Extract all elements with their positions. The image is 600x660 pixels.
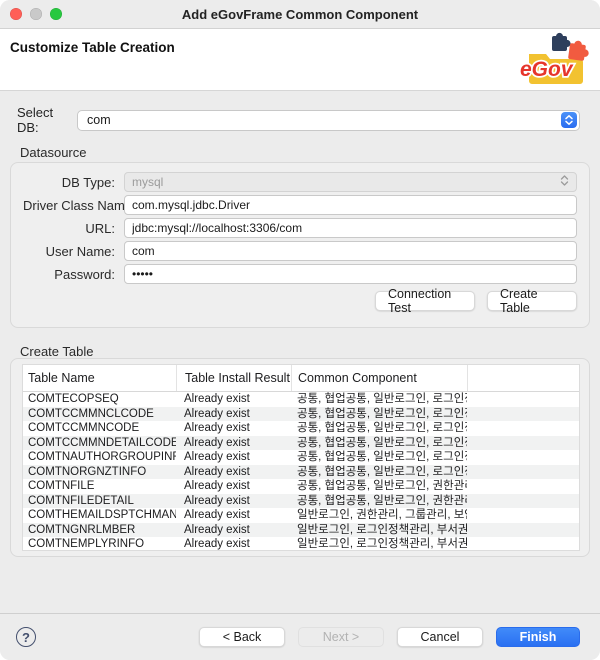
select-db-row: Select DB: com <box>17 109 580 131</box>
table-row[interactable]: COMTNAUTHORGROUPINFO Already exist 공통, 협… <box>23 450 579 465</box>
table-cell-name: COMTNORGNZTINFO <box>23 465 176 479</box>
table-cell-result: Already exist <box>176 450 291 464</box>
create-table-group-box: Table Name Table Install Result Common C… <box>10 358 590 557</box>
table-cell-components: 공통, 협업공통, 일반로그인, 로그인정책관리 <box>291 465 467 479</box>
table-cell-components: 공통, 협업공통, 일반로그인, 로그인정책관리 <box>291 436 467 450</box>
password-label: Password: <box>23 267 115 282</box>
table-header-row: Table Name Table Install Result Common C… <box>23 365 579 392</box>
table-cell-result: Already exist <box>176 494 291 508</box>
table-cell-result: Already exist <box>176 537 291 551</box>
table-cell-components: 공통, 협업공통, 일반로그인, 로그인정책관리 <box>291 450 467 464</box>
next-button: Next > <box>298 627 384 647</box>
table-cell-components: 일반로그인, 로그인정책관리, 부서권한 <box>291 523 467 537</box>
table-body: COMTECOPSEQ Already exist 공통, 협업공통, 일반로그… <box>23 392 579 551</box>
egov-logo-icon: eGov <box>518 31 592 89</box>
table-row[interactable]: COMTCCMMNDETAILCODE Already exist 공통, 협업… <box>23 436 579 451</box>
finish-button[interactable]: Finish <box>496 627 580 647</box>
table-cell-result: Already exist <box>176 421 291 435</box>
table-cell-name: COMTNGNRLMBER <box>23 523 176 537</box>
driver-class-row: Driver Class Name: <box>23 195 577 215</box>
column-header-table-name: Table Name <box>23 365 176 391</box>
dropdown-stepper-icon <box>561 112 577 128</box>
table-cell-name: COMTCCMMNDETAILCODE <box>23 436 176 450</box>
connection-test-button[interactable]: Connection Test <box>375 291 475 311</box>
datasource-group-box: DB Type: mysql Driver Class Name: URL: U… <box>10 162 590 328</box>
title-bar[interactable]: Add eGovFrame Common Component <box>0 0 600 29</box>
table-row[interactable]: COMTHEMAILDSPTCHMANAGE Already exist 일반로… <box>23 508 579 523</box>
table-cell-name: COMTNAUTHORGROUPINFO <box>23 450 176 464</box>
table-cell-name: COMTNFILE <box>23 479 176 493</box>
table-cell-name: COMTNFILEDETAIL <box>23 494 176 508</box>
db-type-row: DB Type: mysql <box>23 172 577 192</box>
minimize-window-button[interactable] <box>30 8 42 20</box>
db-type-label: DB Type: <box>23 175 115 190</box>
table-cell-components: 일반로그인, 권한관리, 그룹관리, 보안 <box>291 508 467 522</box>
window-title: Add eGovFrame Common Component <box>0 7 600 22</box>
table-cell-result: Already exist <box>176 508 291 522</box>
traffic-lights <box>10 8 62 20</box>
driver-class-input[interactable] <box>124 195 577 215</box>
table-cell-components: 공통, 협업공통, 일반로그인, 로그인정책관리 <box>291 421 467 435</box>
close-window-button[interactable] <box>10 8 22 20</box>
datasource-buttons: Connection Test Create Table <box>23 291 577 311</box>
dropdown-stepper-disabled-icon <box>559 174 570 190</box>
table-cell-components: 공통, 협업공통, 일반로그인, 로그인정책관리 <box>291 392 467 406</box>
driver-class-label: Driver Class Name: <box>23 198 115 213</box>
table-cell-result: Already exist <box>176 392 291 406</box>
db-type-value: mysql <box>132 175 559 189</box>
page-title: Customize Table Creation <box>10 40 175 55</box>
url-row: URL: <box>23 218 577 238</box>
table-row[interactable]: COMTCCMMNCLCODE Already exist 공통, 협업공통, … <box>23 407 579 422</box>
table-cell-name: COMTNEMPLYRINFO <box>23 537 176 551</box>
table-row[interactable]: COMTCCMMNCODE Already exist 공통, 협업공통, 일반… <box>23 421 579 436</box>
table-cell-components: 일반로그인, 로그인정책관리, 부서권한 <box>291 537 467 551</box>
footer-buttons: < Back Next > Cancel Finish <box>199 627 580 647</box>
password-row: Password: <box>23 264 577 284</box>
column-header-common-component: Common Component <box>291 365 467 391</box>
table-cell-components: 공통, 협업공통, 일반로그인, 로그인정책관리 <box>291 407 467 421</box>
page-header: Customize Table Creation eGov <box>0 29 600 91</box>
back-button[interactable]: < Back <box>199 627 285 647</box>
select-db-label: Select DB: <box>17 105 77 135</box>
table-row[interactable]: COMTNFILE Already exist 공통, 협업공통, 일반로그인,… <box>23 479 579 494</box>
password-input[interactable] <box>124 264 577 284</box>
table-cell-components: 공통, 협업공통, 일반로그인, 권한관리 <box>291 494 467 508</box>
table-row[interactable]: COMTNEMPLYRINFO Already exist 일반로그인, 로그인… <box>23 537 579 551</box>
table-row[interactable]: COMTNORGNZTINFO Already exist 공통, 협업공통, … <box>23 465 579 480</box>
table-row[interactable]: COMTNGNRLMBER Already exist 일반로그인, 로그인정책… <box>23 523 579 538</box>
egov-logo-text: eGov <box>520 58 574 81</box>
select-db-dropdown[interactable]: com <box>77 110 580 131</box>
table-cell-name: COMTCCMMNCLCODE <box>23 407 176 421</box>
table-cell-result: Already exist <box>176 407 291 421</box>
dialog-window: Add eGovFrame Common Component Customize… <box>0 0 600 660</box>
create-table-group-label: Create Table <box>20 344 93 359</box>
url-input[interactable] <box>124 218 577 238</box>
url-label: URL: <box>23 221 115 236</box>
table-cell-components: 공통, 협업공통, 일반로그인, 권한관리 <box>291 479 467 493</box>
column-header-install-result: Table Install Result <box>176 365 291 391</box>
table-cell-result: Already exist <box>176 436 291 450</box>
zoom-window-button[interactable] <box>50 8 62 20</box>
db-type-dropdown: mysql <box>124 172 577 192</box>
help-button[interactable]: ? <box>16 627 36 647</box>
table-cell-result: Already exist <box>176 479 291 493</box>
cancel-button[interactable]: Cancel <box>397 627 483 647</box>
user-name-input[interactable] <box>124 241 577 261</box>
user-name-label: User Name: <box>23 244 115 259</box>
select-db-value: com <box>87 113 561 127</box>
create-table-button[interactable]: Create Table <box>487 291 577 311</box>
table-cell-name: COMTCCMMNCODE <box>23 421 176 435</box>
column-header-empty <box>467 365 579 391</box>
footer-bar: ? < Back Next > Cancel Finish <box>0 613 600 660</box>
user-name-row: User Name: <box>23 241 577 261</box>
table-row[interactable]: COMTECOPSEQ Already exist 공통, 협업공통, 일반로그… <box>23 392 579 407</box>
tables-list: Table Name Table Install Result Common C… <box>22 364 580 551</box>
datasource-group-label: Datasource <box>20 145 86 160</box>
table-cell-name: COMTHEMAILDSPTCHMANAGE <box>23 508 176 522</box>
table-cell-result: Already exist <box>176 465 291 479</box>
table-cell-result: Already exist <box>176 523 291 537</box>
table-cell-name: COMTECOPSEQ <box>23 392 176 406</box>
table-row[interactable]: COMTNFILEDETAIL Already exist 공통, 협업공통, … <box>23 494 579 509</box>
